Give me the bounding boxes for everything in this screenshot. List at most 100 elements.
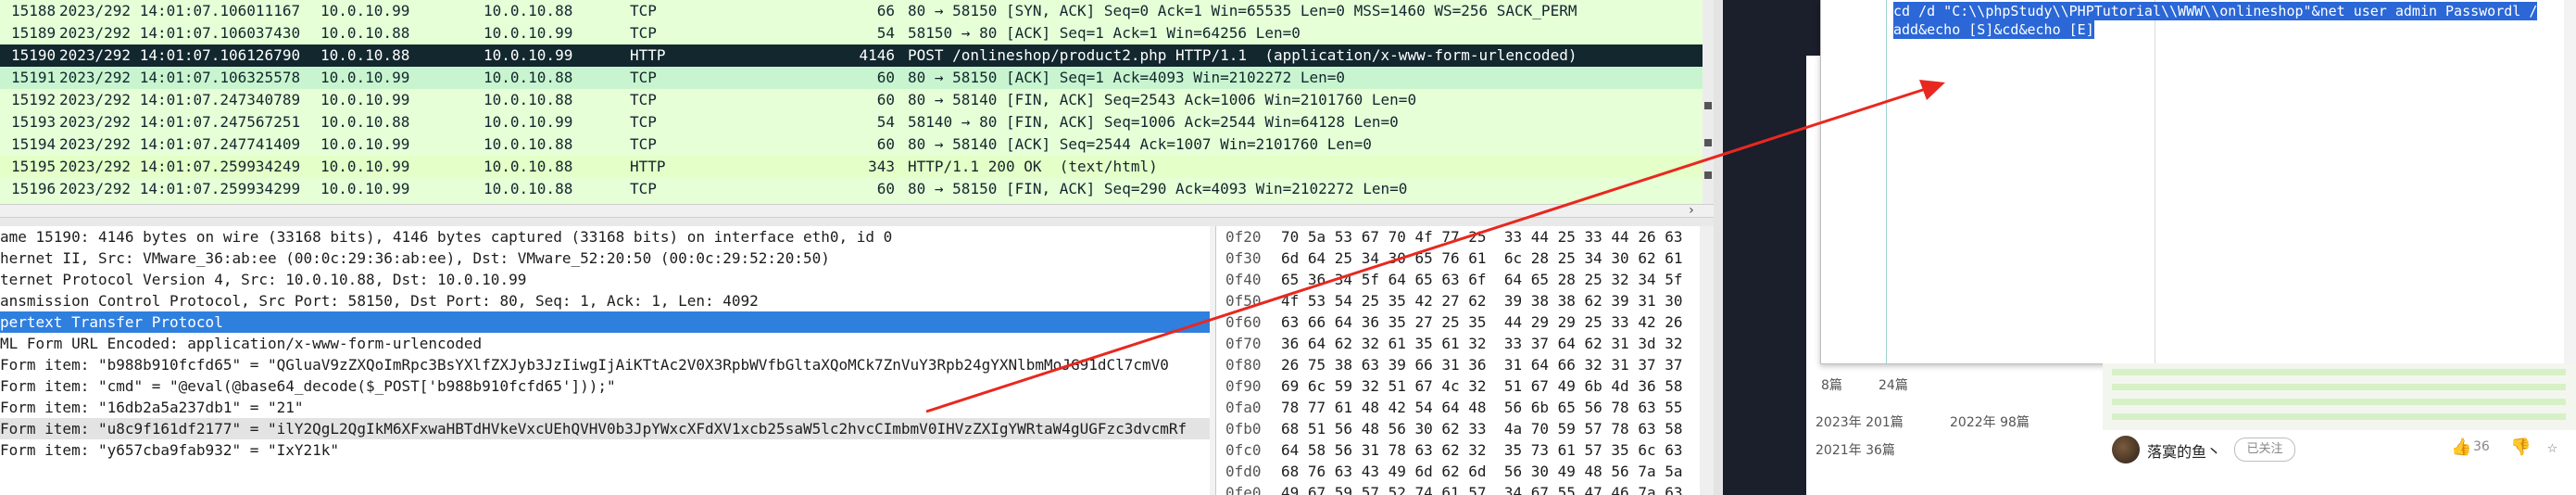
- text-editor-window[interactable]: cd /d "C:\\phpStudy\\PHPTutorial\\WWW\\o…: [1820, 0, 2576, 364]
- hex-row[interactable]: 0f30 6d 64 25 34 30 65 76 61 6c 28 25 34 …: [1216, 248, 1713, 269]
- hex-row[interactable]: 0f40 65 36 34 5f 64 65 63 6f 64 65 28 25 …: [1216, 269, 1713, 290]
- packet-src: 10.0.10.99: [320, 158, 410, 175]
- hex-row[interactable]: 0f70 36 64 62 32 61 35 61 32 33 37 64 62 …: [1216, 333, 1713, 354]
- packet-proto: TCP: [630, 180, 657, 197]
- detail-row[interactable]: Form item: "cmd" = "@eval(@base64_decode…: [0, 375, 1210, 397]
- detail-row[interactable]: ternet Protocol Version 4, Src: 10.0.10.…: [0, 269, 1210, 290]
- hex-bytes: 26 75 38 63 39 66 31 36 31 64 66 32 31 3…: [1281, 356, 1683, 374]
- packet-list[interactable]: 15188 2023/292 14:01:07.106011167 10.0.10.…: [0, 0, 1714, 204]
- hex-offset: 0f40: [1225, 271, 1262, 288]
- packet-dst: 10.0.10.88: [484, 91, 573, 108]
- hex-offset: 0fd0: [1225, 463, 1262, 480]
- hex-bytes: 69 6c 59 32 51 67 4c 32 51 67 49 6b 4d 3…: [1281, 377, 1683, 395]
- hex-offset: 0f80: [1225, 356, 1262, 374]
- hex-offset: 0fe0: [1225, 484, 1262, 495]
- packet-dst: 10.0.10.99: [484, 46, 573, 64]
- packet-info: 80 → 58150 [FIN, ACK] Seq=290 Ack=4093 W…: [908, 180, 1408, 197]
- detail-row[interactable]: ML Form URL Encoded: application/x-www-f…: [0, 333, 1210, 354]
- hex-offset: 0f90: [1225, 377, 1262, 395]
- packet-time: 2023/292 14:01:07.247340789: [59, 91, 301, 108]
- packet-row[interactable]: 15192 2023/292 14:01:07.247340789 10.0.10.…: [0, 89, 1704, 111]
- command-line[interactable]: add&echo [S]&cd&echo [E]: [1893, 20, 2094, 39]
- hex-bytes: 70 5a 53 67 70 4f 77 25 33 44 25 33 44 2…: [1281, 228, 1683, 246]
- detail-row[interactable]: Form item: "16db2a5a237db1" = "21": [0, 397, 1210, 418]
- packet-proto: TCP: [630, 91, 657, 108]
- editor-scrollbar[interactable]: [2564, 0, 2576, 363]
- archive-year-link[interactable]: 2021年 36篇: [1816, 440, 1895, 459]
- packet-no: 15193: [11, 113, 57, 131]
- packet-time: 2023/292 14:01:07.106037430: [59, 24, 301, 42]
- packet-len: 343: [868, 158, 895, 175]
- chevron-right-icon[interactable]: ›: [1688, 203, 1695, 218]
- hex-bytes: 6d 64 25 34 30 65 76 61 6c 28 25 34 30 6…: [1281, 249, 1683, 267]
- packet-info: 80 → 58150 [ACK] Seq=1 Ack=4093 Win=2102…: [908, 69, 1346, 86]
- window-gap: [1714, 0, 1723, 495]
- command-line[interactable]: cd /d "C:\\phpStudy\\PHPTutorial\\WWW\\o…: [1893, 2, 2538, 20]
- hex-row[interactable]: 0f80 26 75 38 63 39 66 31 36 31 64 66 32 …: [1216, 354, 1713, 375]
- author-name[interactable]: 落寞的鱼丶: [2147, 439, 2221, 462]
- packet-bytes-pane[interactable]: 0f20 70 5a 53 67 70 4f 77 25 33 44 25 33 …: [1215, 226, 1715, 495]
- detail-row[interactable]: ame 15190: 4146 bytes on wire (33168 bit…: [0, 226, 1210, 248]
- packet-row[interactable]: 15189 2023/292 14:01:07.106037430 10.0.10.…: [0, 22, 1704, 44]
- packet-proto: TCP: [630, 24, 657, 42]
- packet-src: 10.0.10.88: [320, 46, 410, 64]
- hex-bytes: 78 77 61 48 42 54 64 48 56 6b 65 56 78 6…: [1281, 399, 1683, 416]
- hex-offset: 0fa0: [1225, 399, 1262, 416]
- packet-len: 4146: [859, 46, 895, 64]
- packet-proto: HTTP: [630, 158, 666, 175]
- packet-len: 66: [876, 2, 895, 19]
- avatar[interactable]: [2112, 436, 2140, 463]
- archive-year-link[interactable]: 2023年 201篇: [1816, 412, 1904, 431]
- hex-bytes: 63 66 64 36 35 27 25 35 44 29 29 25 33 4…: [1281, 313, 1683, 331]
- packet-proto: TCP: [630, 113, 657, 131]
- packet-src: 10.0.10.88: [320, 113, 410, 131]
- packet-dst: 10.0.10.99: [484, 113, 573, 131]
- thumbs-down-icon[interactable]: 👎: [2510, 438, 2531, 457]
- hex-row[interactable]: 0f50 4f 53 54 25 35 42 27 62 39 38 38 62 …: [1216, 290, 1713, 311]
- like-count: 36: [2473, 439, 2490, 454]
- packet-no: 15195: [11, 158, 57, 175]
- thumbs-up-icon[interactable]: 👍: [2451, 438, 2471, 457]
- packet-proto: TCP: [630, 135, 657, 153]
- archive-year-link[interactable]: 2022年 98篇: [1950, 412, 2029, 431]
- hex-row[interactable]: 0fe0 49 67 59 57 52 74 61 57 34 67 55 47 …: [1216, 482, 1713, 495]
- hex-offset: 0f60: [1225, 313, 1262, 331]
- packet-row[interactable]: 15196 2023/292 14:01:07.259934299 10.0.10.…: [0, 178, 1704, 200]
- hex-offset: 0f30: [1225, 249, 1262, 267]
- detail-row[interactable]: pertext Transfer Protocol: [0, 311, 1210, 333]
- packet-info: 80 → 58150 [SYN, ACK] Seq=0 Ack=1 Win=65…: [908, 2, 1577, 19]
- packet-row[interactable]: 15188 2023/292 14:01:07.106011167 10.0.10.…: [0, 0, 1704, 22]
- detail-row[interactable]: hernet II, Src: VMware_36:ab:ee (00:0c:2…: [0, 248, 1210, 269]
- hex-offset: 0fb0: [1225, 420, 1262, 438]
- hex-offset: 0f50: [1225, 292, 1262, 310]
- packet-row[interactable]: 15194 2023/292 14:01:07.247741409 10.0.10.…: [0, 133, 1704, 156]
- packet-proto: HTTP: [630, 46, 666, 64]
- packet-proto: TCP: [630, 2, 657, 19]
- hex-bytes: 4f 53 54 25 35 42 27 62 39 38 38 62 39 3…: [1281, 292, 1683, 310]
- packet-list-vertical-scrollbar[interactable]: [1703, 0, 1714, 204]
- packet-row[interactable]: 15193 2023/292 14:01:07.247567251 10.0.10.…: [0, 111, 1704, 133]
- hex-row[interactable]: 0fc0 64 58 56 31 78 63 62 32 35 73 61 57 …: [1216, 439, 1713, 461]
- hex-row[interactable]: 0fb0 68 51 56 48 56 30 62 33 4a 70 59 57 …: [1216, 418, 1713, 439]
- packet-list-horizontal-scrollbar[interactable]: ›: [0, 203, 1714, 218]
- hex-bytes: 36 64 62 32 61 35 61 32 33 37 64 62 31 3…: [1281, 335, 1683, 352]
- hex-row[interactable]: 0f90 69 6c 59 32 51 67 4c 32 51 67 49 6b …: [1216, 375, 1713, 397]
- hex-row[interactable]: 0f60 63 66 64 36 35 27 25 35 44 29 29 25 …: [1216, 311, 1713, 333]
- packet-src: 10.0.10.99: [320, 91, 410, 108]
- follow-button[interactable]: 已关注: [2234, 438, 2295, 462]
- hex-row[interactable]: 0fa0 78 77 61 48 42 54 64 48 56 6b 65 56 …: [1216, 397, 1713, 418]
- packet-row[interactable]: 15191 2023/292 14:01:07.106325578 10.0.10.…: [0, 67, 1704, 89]
- packet-details-pane[interactable]: ame 15190: 4146 bytes on wire (33168 bit…: [0, 226, 1210, 495]
- hex-row[interactable]: 0f20 70 5a 53 67 70 4f 77 25 33 44 25 33 …: [1216, 226, 1713, 248]
- packet-no: 15191: [11, 69, 57, 86]
- detail-row[interactable]: ansmission Control Protocol, Src Port: 5…: [0, 290, 1210, 311]
- detail-row[interactable]: Form item: "u8c9f161df2177" = "ilY2QgL2Q…: [0, 418, 1210, 439]
- star-icon[interactable]: ☆: [2547, 438, 2557, 457]
- packet-row[interactable]: 15195 2023/292 14:01:07.259934249 10.0.10.…: [0, 156, 1704, 178]
- detail-row[interactable]: Form item: "b988b910fcfd65" = "QGluaV9zZ…: [0, 354, 1210, 375]
- hex-bytes: 68 51 56 48 56 30 62 33 4a 70 59 57 78 6…: [1281, 420, 1683, 438]
- hex-row[interactable]: 0fd0 68 76 63 43 49 6d 62 6d 56 30 49 48 …: [1216, 461, 1713, 482]
- packet-row[interactable]: 15190 2023/292 14:01:07.106126790 10.0.10.…: [0, 44, 1704, 67]
- detail-row[interactable]: Form item: "y657cba9fab932" = "IxY21k": [0, 439, 1210, 461]
- hex-offset: 0fc0: [1225, 441, 1262, 459]
